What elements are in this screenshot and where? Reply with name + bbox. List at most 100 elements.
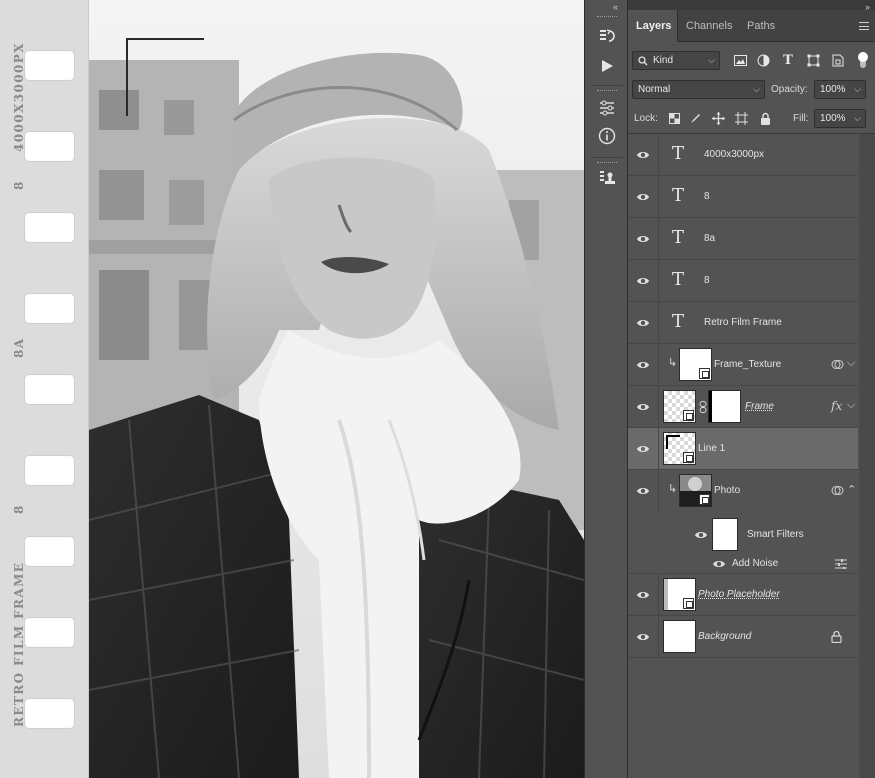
layer-name[interactable]: 8a <box>704 218 715 260</box>
tab-channels[interactable]: Channels <box>678 10 740 42</box>
layer-thumbnail[interactable] <box>663 578 696 611</box>
layer-name[interactable]: 8 <box>704 260 710 302</box>
layer-filter-kind-select[interactable]: Kind ⌵ <box>632 51 720 70</box>
filter-shape-layers-icon[interactable] <box>805 52 821 68</box>
type-layer-icon: T <box>672 269 685 290</box>
chevron-down-icon: ⌵ <box>854 113 861 123</box>
layer-thumbnail[interactable] <box>679 474 712 507</box>
blend-mode-select[interactable]: Normal ⌵ <box>632 80 765 99</box>
visibility-eye-icon[interactable] <box>636 588 650 602</box>
visibility-eye-icon[interactable] <box>636 274 650 288</box>
layer-name[interactable]: Background <box>698 616 751 658</box>
sprocket-hole <box>24 50 75 81</box>
opacity-input[interactable]: 100% ⌵ <box>814 80 866 99</box>
smart-object-badge-icon <box>699 368 710 379</box>
layer-row[interactable]: Frame fx ⌵ <box>628 386 858 428</box>
dock-grip[interactable] <box>597 16 617 18</box>
layer-row[interactable]: ↳ Frame_Texture ⌵ <box>628 344 858 386</box>
visibility-eye-icon[interactable] <box>636 400 650 414</box>
visibility-eye-icon[interactable] <box>712 557 726 571</box>
smart-filters-label: Smart Filters <box>747 529 804 540</box>
tab-paths[interactable]: Paths <box>739 10 783 42</box>
visibility-eye-icon[interactable] <box>636 232 650 246</box>
adjustments-icon[interactable] <box>592 95 622 121</box>
visibility-eye-icon[interactable] <box>636 316 650 330</box>
history-icon[interactable] <box>592 23 622 49</box>
play-action-icon[interactable] <box>592 53 622 79</box>
collapse-dock-button[interactable]: ‹‹ <box>613 2 618 12</box>
layer-name[interactable]: 8 <box>704 176 710 218</box>
layer-row[interactable]: T 8a <box>628 218 858 260</box>
layer-name[interactable]: Line 1 <box>698 428 725 470</box>
fx-effects-icon[interactable]: fx <box>831 399 842 413</box>
visibility-eye-icon[interactable] <box>636 442 650 456</box>
tab-layers[interactable]: Layers <box>628 10 678 42</box>
lock-image-pixels-icon[interactable] <box>689 111 703 125</box>
info-icon[interactable] <box>592 123 622 149</box>
layer-row-selected[interactable]: Line 1 <box>628 428 858 470</box>
crop-mark-vertical <box>126 38 128 116</box>
smart-filters-indicator-icon[interactable] <box>831 484 844 497</box>
layer-row[interactable]: T Retro Film Frame <box>628 302 858 344</box>
filter-type-layers-icon[interactable]: T <box>780 52 796 68</box>
dock-grip[interactable] <box>597 162 617 164</box>
smart-filters-indicator-icon[interactable] <box>831 358 844 371</box>
layer-thumbnail[interactable] <box>679 348 712 381</box>
lock-artboard-icon[interactable] <box>734 111 748 125</box>
layer-thumbnail[interactable] <box>663 390 696 423</box>
lock-transparent-pixels-icon[interactable] <box>667 111 681 125</box>
layer-list-scrollbar[interactable] <box>859 134 875 778</box>
lock-position-icon[interactable] <box>711 111 725 125</box>
filter-blending-options-icon[interactable] <box>835 559 847 569</box>
visibility-eye-icon[interactable] <box>636 484 650 498</box>
film-label-size: 4000X3000PX <box>12 42 26 152</box>
lock-icon[interactable] <box>831 630 842 643</box>
layer-row[interactable]: T 4000x3000px <box>628 134 858 176</box>
clone-source-icon[interactable] <box>592 165 622 191</box>
layer-mask-thumbnail[interactable] <box>708 390 741 423</box>
filter-toggle-switch[interactable] <box>855 52 871 68</box>
layer-row[interactable]: Background <box>628 616 858 658</box>
search-icon <box>638 56 648 66</box>
layer-row[interactable]: T 8 <box>628 176 858 218</box>
layer-row[interactable]: Photo Placeholder <box>628 574 858 616</box>
smart-filter-name[interactable]: Add Noise <box>732 554 778 574</box>
document-canvas[interactable]: 4000X3000PX 8 8A 8 RETRO FILM FRAME <box>0 0 584 778</box>
smart-filter-mask-thumbnail[interactable] <box>712 518 738 551</box>
fill-input[interactable]: 100% ⌵ <box>814 109 866 128</box>
chevron-down-icon[interactable]: ⌵ <box>847 399 855 412</box>
smart-filter-item[interactable]: Add Noise <box>628 554 858 574</box>
layer-name[interactable]: 4000x3000px <box>704 134 764 176</box>
layer-thumbnail[interactable] <box>663 432 696 465</box>
sprocket-hole <box>24 131 75 162</box>
visibility-eye-icon[interactable] <box>636 630 650 644</box>
layer-name[interactable]: Retro Film Frame <box>704 302 782 344</box>
chevron-down-icon[interactable]: ⌵ <box>847 357 855 370</box>
layer-name[interactable]: Photo <box>714 470 740 512</box>
visibility-eye-icon[interactable] <box>694 528 708 542</box>
chevron-down-icon: ⌵ <box>854 84 861 94</box>
panel-menu-icon[interactable] <box>859 22 869 30</box>
dock-grip[interactable] <box>597 90 617 92</box>
visibility-eye-icon[interactable] <box>636 358 650 372</box>
film-label-title: RETRO FILM FRAME <box>12 561 26 727</box>
sprocket-hole <box>24 617 75 648</box>
layer-name[interactable]: Frame_Texture <box>714 344 781 386</box>
layer-name[interactable]: Photo Placeholder <box>698 574 780 616</box>
fill-label: Fill: <box>793 113 809 124</box>
lock-all-icon[interactable] <box>758 111 772 125</box>
layer-row[interactable]: T 8 <box>628 260 858 302</box>
mask-link-icon[interactable] <box>699 401 707 413</box>
layer-thumbnail[interactable] <box>663 620 696 653</box>
filter-adjustment-layers-icon[interactable] <box>755 52 771 68</box>
chevron-up-icon[interactable]: ⌃ <box>847 483 856 496</box>
visibility-eye-icon[interactable] <box>636 148 650 162</box>
visibility-eye-icon[interactable] <box>636 190 650 204</box>
sprocket-hole <box>24 293 75 324</box>
filter-pixel-layers-icon[interactable] <box>732 52 748 68</box>
filter-smart-objects-icon[interactable] <box>830 52 846 68</box>
layer-row[interactable]: ↳ Photo ⌃ <box>628 470 858 512</box>
layer-name[interactable]: Frame <box>745 386 774 428</box>
film-strip-frame: 4000X3000PX 8 8A 8 RETRO FILM FRAME <box>0 0 89 778</box>
smart-filters-row[interactable]: Smart Filters <box>628 512 858 558</box>
